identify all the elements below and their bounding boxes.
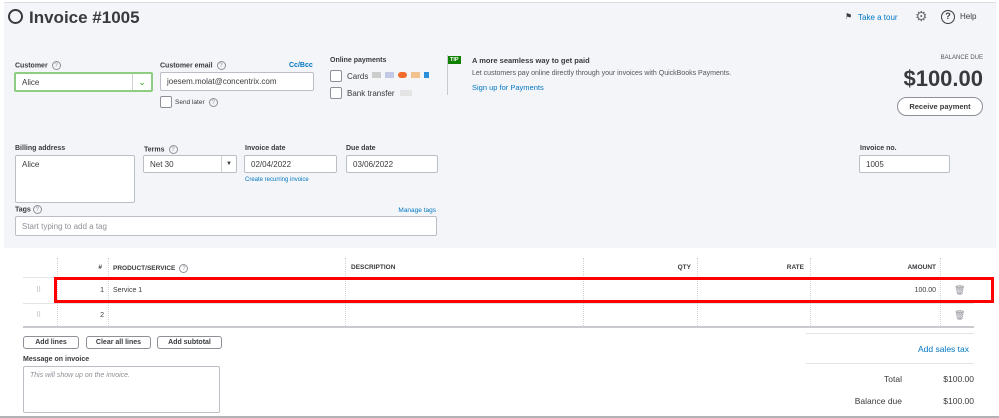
clear-all-lines-button[interactable]: Clear all lines [86, 336, 151, 349]
balance-due-label: BALANCE DUE [940, 55, 983, 61]
email-field[interactable]: joesem.molat@concentrix.com [160, 72, 314, 91]
billing-address-value: Alice [22, 160, 40, 169]
terms-label-text: Terms [144, 146, 165, 154]
signup-payments-link[interactable]: Sign up for Payments [472, 83, 544, 92]
invoice-no-label: Invoice no. [860, 145, 897, 152]
message-placeholder: This will show up on the invoice. [30, 372, 130, 379]
highlight-box [54, 277, 994, 303]
cc-bcc-link[interactable]: Cc/Bcc [289, 62, 313, 69]
terms-value: Net 30 [150, 159, 174, 169]
add-sales-tax-link[interactable]: Add sales tax [918, 344, 969, 354]
invoice-no-value: 1005 [866, 159, 884, 169]
receive-payment-button[interactable]: Receive payment [897, 97, 983, 116]
due-date-field[interactable]: 03/06/2022 [346, 155, 438, 173]
header-product-text: PRODUCT/SERVICE [113, 265, 176, 273]
invoice-date-value: 02/04/2022 [251, 159, 292, 169]
take-tour-link[interactable]: Take a tour [858, 13, 898, 22]
balance-due-total-value: $100.00 [943, 396, 974, 406]
tags-label-text: Tags [15, 206, 31, 214]
send-later-checkbox[interactable] [160, 96, 172, 108]
header-qty: QTY [677, 264, 691, 271]
cards-checkbox[interactable] [330, 70, 342, 82]
invoice-date-field[interactable]: 02/04/2022 [244, 155, 337, 173]
send-later-label: Send later? [175, 98, 218, 107]
total-label: Total [884, 374, 902, 384]
tags-label: Tags? [15, 205, 42, 214]
customer-label-text: Customer [15, 62, 48, 70]
invoice-no-field[interactable]: 1005 [859, 155, 950, 173]
gear-icon[interactable]: ⚙ [915, 8, 928, 25]
add-lines-button[interactable]: Add lines [23, 336, 79, 349]
message-label: Message on invoice [23, 356, 90, 363]
cards-label: Cards [347, 72, 369, 81]
help-icon[interactable]: ? [941, 10, 955, 24]
online-payments-label: Online payments [330, 57, 387, 64]
total-value: $100.00 [943, 374, 974, 384]
row-divider [23, 303, 974, 304]
send-later-text: Send later [175, 99, 205, 107]
email-label: Customer email? [160, 61, 226, 70]
chevron-down-icon[interactable]: ⌄ [132, 74, 151, 90]
tip-badge: TIP [448, 56, 461, 64]
help-link[interactable]: Help [960, 12, 976, 21]
bank-transfer-label: Bank transfer [347, 89, 395, 98]
drag-handle-icon[interactable]: ⠿ [36, 311, 41, 319]
trash-icon[interactable]: 🗑 [954, 311, 965, 320]
divider [806, 333, 974, 334]
amex-icon [424, 72, 429, 78]
invoice-date-label: Invoice date [245, 145, 286, 152]
discover-icon [411, 72, 420, 78]
billing-address-field[interactable]: Alice [15, 155, 135, 203]
email-label-text: Customer email [160, 62, 213, 70]
balance-due-amount: $100.00 [903, 66, 983, 91]
due-date-value: 03/06/2022 [353, 159, 394, 169]
create-recurring-link[interactable]: Create recurring invoice [245, 177, 309, 183]
message-field[interactable]: This will show up on the invoice. [23, 366, 220, 413]
row-num: 2 [100, 312, 104, 319]
tip-title: A more seamless way to get paid [472, 56, 590, 65]
ach-icon [400, 90, 412, 96]
visa-icon [385, 72, 394, 78]
mastercard-icon [398, 72, 407, 78]
balance-due-total-label: Balance due [854, 396, 902, 406]
tags-input[interactable]: Start typing to add a tag [15, 216, 437, 236]
applepay-icon [372, 72, 381, 78]
drag-handle-icon[interactable]: ⠿ [36, 286, 41, 294]
customer-label: Customer? [15, 61, 61, 70]
due-date-label: Due date [346, 145, 376, 152]
info-icon[interactable]: ? [179, 264, 189, 273]
tags-placeholder: Start typing to add a tag [22, 221, 107, 231]
divider [806, 363, 974, 364]
invoice-header-panel [4, 2, 996, 248]
header-product: PRODUCT/SERVICE? [113, 264, 189, 273]
info-icon[interactable]: ? [208, 98, 218, 107]
recent-transactions-icon[interactable] [8, 9, 23, 24]
billing-address-label: Billing address [15, 145, 66, 152]
tip-body: Let customers pay online directly throug… [472, 70, 732, 77]
bank-transfer-checkbox[interactable] [330, 87, 342, 99]
terms-label: Terms? [144, 145, 178, 154]
header-description: DESCRIPTION [351, 264, 396, 271]
email-value: joesem.molat@concentrix.com [167, 77, 277, 86]
caret-down-icon[interactable]: ▼ [221, 156, 236, 172]
info-icon[interactable]: ? [216, 61, 226, 70]
page-title: Invoice #1005 [29, 8, 140, 27]
info-icon[interactable]: ? [32, 205, 42, 214]
card-brand-icons [372, 72, 429, 78]
customer-value: Alice [22, 77, 40, 87]
header-num: # [98, 264, 102, 271]
manage-tags-link[interactable]: Manage tags [398, 207, 436, 214]
info-icon[interactable]: ? [168, 145, 178, 154]
info-icon[interactable]: ? [51, 61, 61, 70]
header-amount: AMOUNT [907, 264, 936, 271]
add-subtotal-button[interactable]: Add subtotal [157, 336, 222, 349]
tour-icon: ⚑ [845, 12, 853, 21]
header-rate: RATE [786, 264, 804, 271]
